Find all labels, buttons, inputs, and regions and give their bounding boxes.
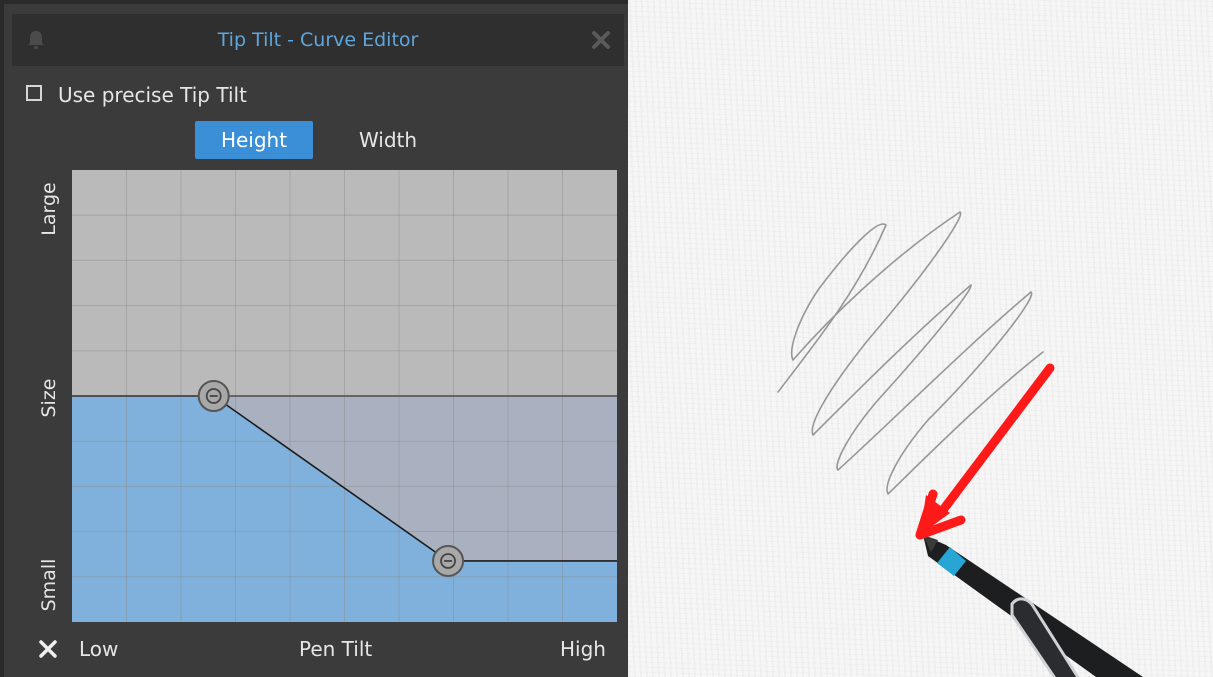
precise-tip-tilt-label: Use precise Tip Tilt	[58, 83, 247, 107]
x-axis-label-high: High	[560, 637, 606, 661]
y-axis-label-small: Small	[38, 558, 60, 612]
tab-width[interactable]: Width	[333, 121, 443, 159]
annotation-arrow	[915, 363, 1055, 540]
x-axis-label-pen-tilt: Pen Tilt	[299, 637, 373, 661]
x-axis-label-low: Low	[79, 637, 119, 661]
y-axis-label-large: Large	[38, 182, 60, 236]
curve-handle[interactable]	[432, 544, 465, 577]
canvas-drawing	[777, 211, 1143, 677]
paper-canvas[interactable]	[628, 0, 1213, 677]
panel-titlebar: Tip Tilt - Curve Editor	[12, 14, 624, 66]
y-axis-label-size: Size	[38, 378, 60, 418]
close-icon[interactable]	[590, 29, 612, 51]
curve-graph[interactable]	[72, 170, 617, 622]
curve-editor-panel: Tip Tilt - Curve Editor Use precise Tip …	[0, 0, 628, 677]
pencil-scribble-stroke	[777, 211, 1044, 495]
tab-height[interactable]: Height	[195, 121, 313, 159]
panel-title: Tip Tilt - Curve Editor	[217, 29, 419, 51]
stylus-pen	[923, 535, 1143, 677]
precise-tip-tilt-checkbox[interactable]	[26, 85, 42, 101]
reset-x-icon[interactable]	[37, 638, 59, 660]
curve-handle[interactable]	[197, 380, 230, 412]
